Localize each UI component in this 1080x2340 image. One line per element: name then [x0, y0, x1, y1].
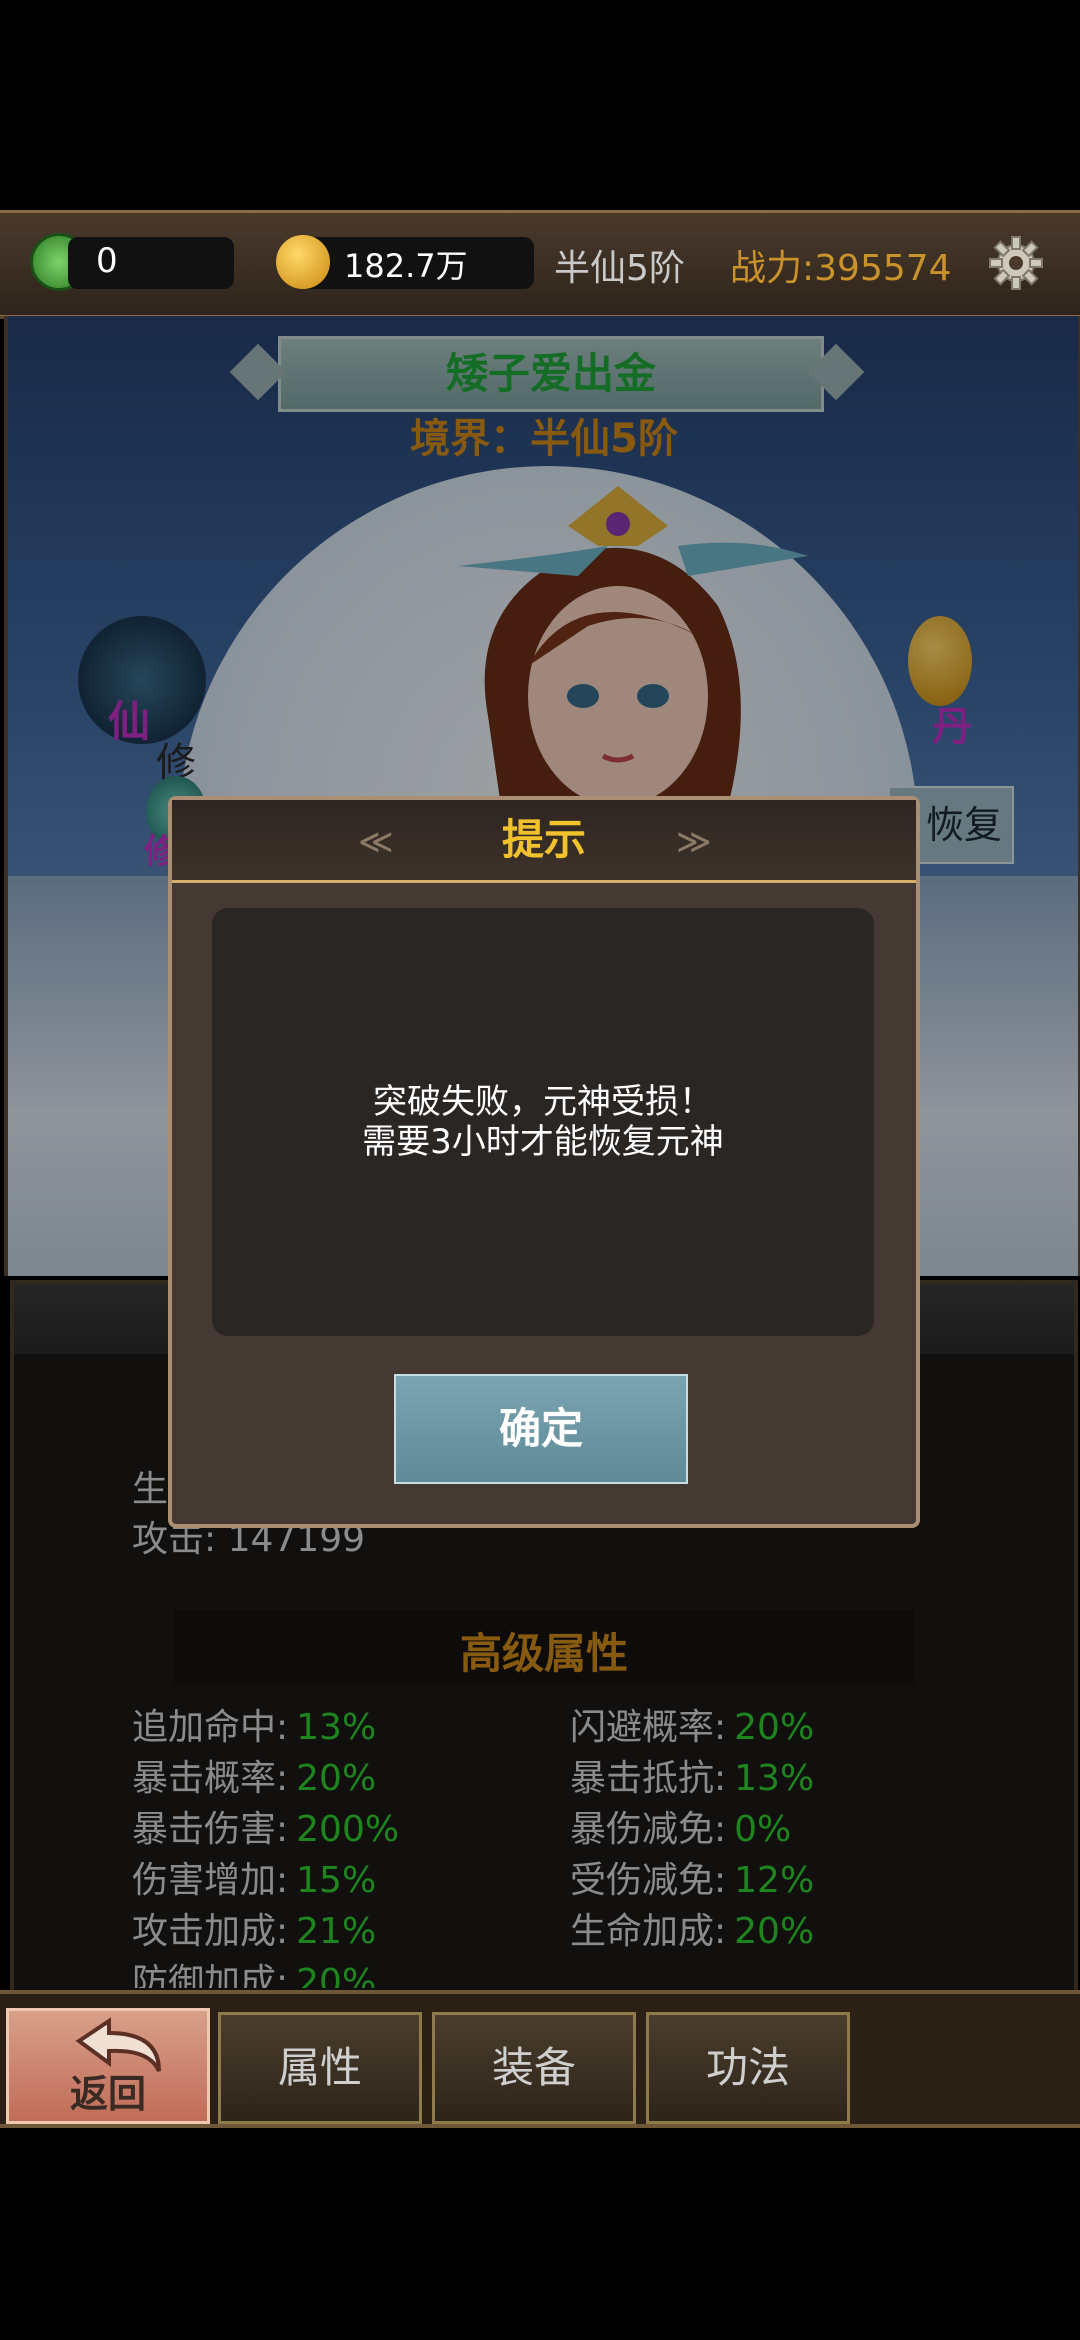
tab-techniques[interactable]: 功法 — [646, 2012, 850, 2124]
top-resource-bar: 0 182.7万 半仙5阶 战力:395574 — [0, 210, 1080, 319]
gold-coin-icon — [276, 235, 330, 289]
message-line-1: 突破失败，元神受损！ — [373, 1082, 713, 1122]
right-chevron-ornament: ≫ — [676, 822, 712, 862]
gear-icon[interactable] — [986, 233, 1046, 293]
back-button[interactable]: 返回 — [6, 2008, 210, 2124]
dialog-message: 突破失败，元神受损！ 需要3小时才能恢复元神 — [212, 1082, 874, 1162]
back-label: 返回 — [69, 2072, 146, 2116]
combat-power: 战力:395574 — [730, 248, 952, 289]
bottom-nav: 返回 属性 装备 功法 — [0, 1990, 1080, 2128]
dialog-title: 提示 — [501, 815, 586, 864]
dialog-title-bar: ≪ 提示 ≫ — [172, 800, 916, 883]
jade-value: 0 — [96, 241, 118, 281]
confirm-button[interactable]: 确定 — [394, 1374, 688, 1484]
coin-value: 182.7万 — [344, 247, 468, 285]
tab-attributes[interactable]: 属性 — [218, 2012, 422, 2124]
tip-dialog: ≪ 提示 ≫ 突破失败，元神受损！ 需要3小时才能恢复元神 确定 — [168, 796, 920, 1528]
message-line-2: 需要3小时才能恢复元神 — [362, 1122, 724, 1162]
jade-counter — [68, 237, 234, 289]
dialog-message-box: 突破失败，元神受损！ 需要3小时才能恢复元神 — [212, 908, 874, 1336]
realm-text: 半仙5阶 — [554, 248, 685, 289]
tab-equipment[interactable]: 装备 — [432, 2012, 636, 2124]
